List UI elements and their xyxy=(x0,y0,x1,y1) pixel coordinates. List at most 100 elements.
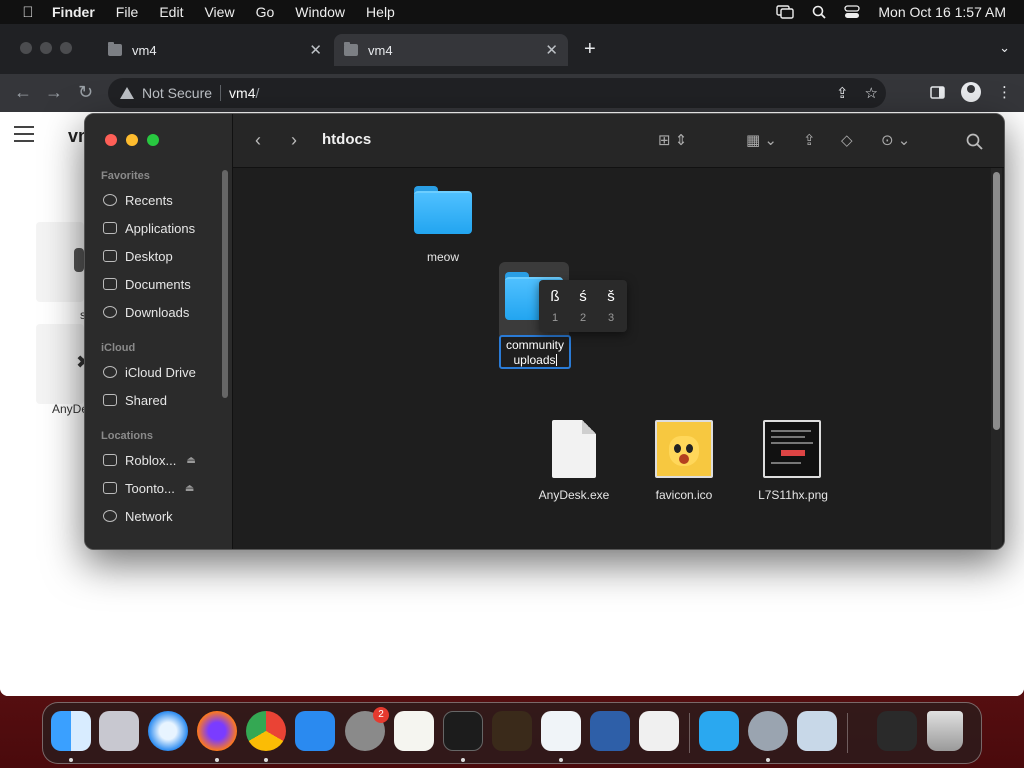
profile-avatar-icon[interactable] xyxy=(961,82,981,102)
sidebar-item-recents[interactable]: Recents xyxy=(103,189,173,211)
running-indicator xyxy=(461,758,465,762)
file-name-meow[interactable]: meow xyxy=(408,250,478,264)
menubar-clock[interactable]: Mon Oct 16 1:57 AM xyxy=(878,4,1006,20)
roblox-app-icon[interactable] xyxy=(639,711,679,751)
finder-app-icon[interactable] xyxy=(51,711,91,751)
apple-menu-icon[interactable]:  xyxy=(18,4,38,21)
preview-app-icon[interactable] xyxy=(797,711,837,751)
app-store-app-icon[interactable] xyxy=(295,711,335,751)
menu-view[interactable]: View xyxy=(204,4,234,20)
document-file-icon[interactable] xyxy=(552,420,596,478)
close-window-icon[interactable] xyxy=(105,134,117,146)
warning-icon[interactable] xyxy=(120,87,134,99)
content-scrollbar[interactable] xyxy=(993,172,1000,430)
chrome-app-icon[interactable] xyxy=(246,711,286,751)
safari-app-icon[interactable] xyxy=(148,711,188,751)
browser-window-controls[interactable] xyxy=(20,42,72,54)
hamburger-menu-icon[interactable] xyxy=(14,126,34,147)
sidebar-item-downloads[interactable]: Downloads xyxy=(103,301,189,323)
menu-help[interactable]: Help xyxy=(366,4,395,20)
accent-option[interactable]: ß1 xyxy=(541,286,569,324)
sidebar-item-shared[interactable]: Shared xyxy=(103,389,167,411)
system-preferences-app-icon[interactable] xyxy=(748,711,788,751)
accent-option[interactable]: š3 xyxy=(597,286,625,324)
share-icon[interactable]: ⇪ xyxy=(803,131,816,149)
sidebar-item-documents[interactable]: Documents xyxy=(103,273,191,295)
favicon-thumbnail[interactable] xyxy=(655,420,713,478)
url-text[interactable]: vm4/ xyxy=(229,85,259,101)
minimize-window-icon[interactable] xyxy=(126,134,138,146)
menu-file[interactable]: File xyxy=(116,4,139,20)
address-bar[interactable]: Not Secure vm4/ ⇪ ☆ xyxy=(108,78,886,108)
tab-search-chevron-icon[interactable]: ⌄ xyxy=(999,40,1010,56)
more-actions-icon[interactable]: ⊙ ⌄ xyxy=(881,131,910,149)
browser-tab-title: vm4 xyxy=(368,42,393,58)
file-name-png[interactable]: L7S11hx.png xyxy=(748,488,838,502)
url-host: vm4 xyxy=(229,85,256,101)
side-panel-icon[interactable] xyxy=(930,85,945,99)
menu-bar:  Finder File Edit View Go Window Help M… xyxy=(0,0,1024,24)
png-thumbnail[interactable] xyxy=(763,420,821,478)
back-arrow-icon[interactable]: ← xyxy=(14,82,32,103)
eject-icon[interactable]: ⏏ xyxy=(185,483,194,494)
eject-icon[interactable]: ⏏ xyxy=(186,455,195,466)
menu-window[interactable]: Window xyxy=(295,4,345,20)
downloads-stack-icon[interactable] xyxy=(877,711,917,751)
more-menu-icon[interactable]: ⋮ xyxy=(997,83,1012,101)
browser-tab-1[interactable]: vm4 ✕ xyxy=(98,34,332,66)
close-tab-icon[interactable]: ✕ xyxy=(545,41,558,59)
virtualbox-app-icon[interactable] xyxy=(590,711,630,751)
garageband-app-icon[interactable] xyxy=(492,711,532,751)
url-path: / xyxy=(255,85,260,101)
folder-icon[interactable] xyxy=(414,186,472,234)
screen-mirroring-icon[interactable] xyxy=(776,5,795,19)
sidebar-item-roblox-disk[interactable]: Roblox... ⏏ xyxy=(103,449,196,471)
tag-icon[interactable]: ◇ xyxy=(841,131,853,149)
sidebar-item-label: Network xyxy=(125,508,173,524)
bookmark-star-icon[interactable]: ☆ xyxy=(865,84,878,102)
sidebar-item-icloud-drive[interactable]: iCloud Drive xyxy=(103,361,196,383)
rename-field[interactable]: community uploads xyxy=(499,335,571,369)
new-tab-icon[interactable]: + xyxy=(584,38,596,61)
zoom-window-icon[interactable] xyxy=(147,134,159,146)
launchpad-app-icon[interactable] xyxy=(99,711,139,751)
group-by-icon[interactable]: ▦ ⌄ xyxy=(746,131,777,149)
finder-window: Favorites Recents Applications Desktop D… xyxy=(84,113,1005,550)
system-preferences-app-icon[interactable]: 2 xyxy=(345,707,389,751)
trash-icon[interactable] xyxy=(927,711,963,751)
browser-tab-2[interactable]: vm4 ✕ xyxy=(334,34,568,66)
search-icon[interactable] xyxy=(966,133,983,150)
terminal-app-icon[interactable] xyxy=(443,711,483,751)
menu-app-name[interactable]: Finder xyxy=(52,4,95,20)
sidebar-item-network[interactable]: Network xyxy=(103,505,173,527)
sidebar-heading-icloud: iCloud xyxy=(101,342,136,354)
control-center-icon[interactable] xyxy=(844,5,861,19)
sidebar-item-applications[interactable]: Applications xyxy=(103,217,195,239)
roblox-studio-app-icon[interactable] xyxy=(699,711,739,751)
finder-content[interactable]: meow community uploads ß1 ś2 š3 AnyDesk.… xyxy=(233,168,1004,549)
close-tab-icon[interactable]: ✕ xyxy=(309,41,322,59)
sidebar-item-desktop[interactable]: Desktop xyxy=(103,245,173,267)
forward-chevron-icon[interactable]: › xyxy=(291,130,297,151)
security-status[interactable]: Not Secure xyxy=(142,85,212,101)
accent-char: ß xyxy=(550,288,560,305)
file-name-anydesk[interactable]: AnyDesk.exe xyxy=(529,488,619,502)
file-name-favicon[interactable]: favicon.ico xyxy=(639,488,729,502)
textedit-app-icon[interactable] xyxy=(394,711,434,751)
vscode-app-icon[interactable] xyxy=(541,711,581,751)
sidebar-item-label: Desktop xyxy=(125,248,173,264)
spotlight-search-icon[interactable] xyxy=(812,5,827,19)
sidebar-item-label: Shared xyxy=(125,392,167,408)
sidebar-heading-favorites: Favorites xyxy=(101,170,150,182)
forward-arrow-icon[interactable]: → xyxy=(45,82,63,103)
accent-option[interactable]: ś2 xyxy=(569,286,597,324)
firefox-app-icon[interactable] xyxy=(197,711,237,751)
view-mode-icon[interactable]: ⊞ ⇕ xyxy=(658,131,687,149)
reload-icon[interactable]: ↻ xyxy=(78,82,93,103)
sidebar-scrollbar[interactable] xyxy=(222,170,228,398)
menu-go[interactable]: Go xyxy=(256,4,275,20)
menu-edit[interactable]: Edit xyxy=(159,4,183,20)
sidebar-item-toonto-disk[interactable]: Toonto... ⏏ xyxy=(103,477,194,499)
share-icon[interactable]: ⇪ xyxy=(836,84,849,102)
back-chevron-icon[interactable]: ‹ xyxy=(255,130,261,151)
